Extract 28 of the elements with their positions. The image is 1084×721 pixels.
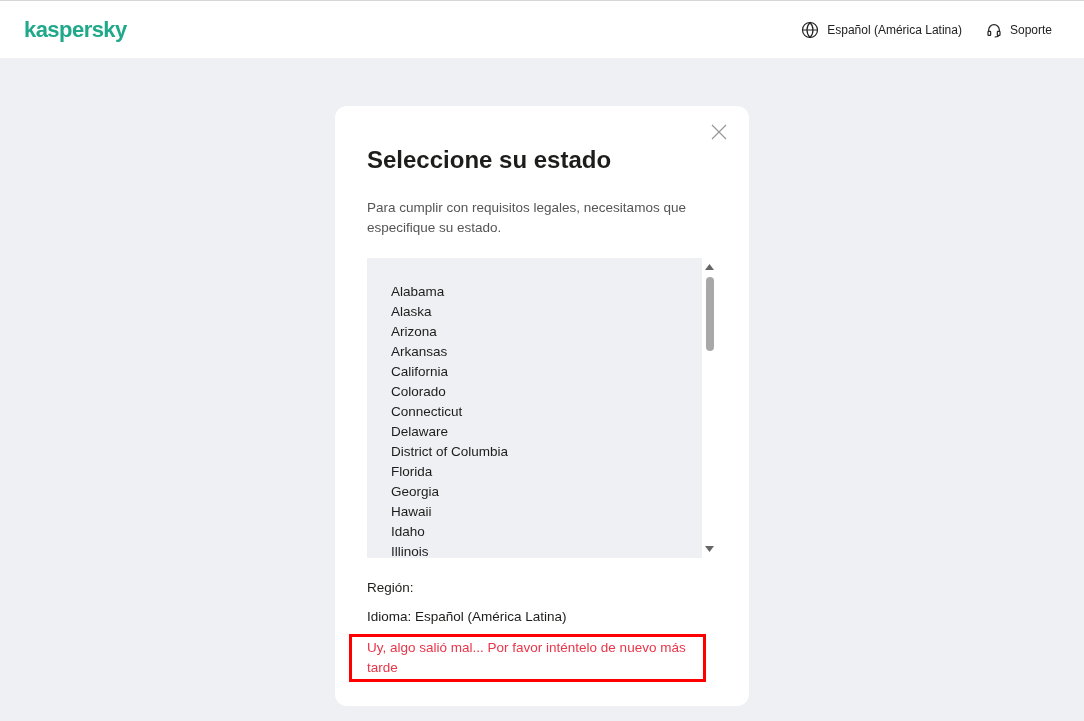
language-info: Idioma: Español (América Latina) bbox=[367, 608, 568, 627]
dialog-description: Para cumplir con requisitos legales, necesitamos que especifique su estado. bbox=[367, 199, 687, 237]
dialog-title: Seleccione su estado bbox=[367, 145, 613, 175]
state-option[interactable]: California bbox=[391, 362, 702, 382]
scroll-up-icon[interactable] bbox=[705, 264, 714, 270]
state-option[interactable]: Delaware bbox=[391, 422, 702, 442]
state-option[interactable]: Colorado bbox=[391, 382, 702, 402]
state-option[interactable]: District of Columbia bbox=[391, 442, 702, 462]
state-option[interactable]: Hawaii bbox=[391, 502, 702, 522]
language-button[interactable]: Español (América Latina) bbox=[801, 20, 962, 39]
state-option[interactable]: Georgia bbox=[391, 482, 702, 502]
state-option[interactable]: Alaska bbox=[391, 302, 702, 322]
close-button[interactable] bbox=[709, 122, 729, 142]
state-option[interactable]: Connecticut bbox=[391, 402, 702, 422]
state-list[interactable]: Alabama Alaska Arizona Arkansas California Colorado Connecticut Delaware District of Columbia Florida Georgia Hawaii Idaho Illinois bbox=[367, 258, 702, 558]
state-option[interactable]: Arizona bbox=[391, 322, 702, 342]
scroll-thumb[interactable] bbox=[705, 277, 714, 351]
scroll-down-icon[interactable] bbox=[705, 546, 714, 552]
state-option[interactable]: Idaho bbox=[391, 522, 702, 542]
globe-icon bbox=[801, 20, 820, 39]
close-icon bbox=[711, 124, 727, 140]
support-button[interactable]: Soporte bbox=[985, 20, 1052, 39]
state-option[interactable]: Florida bbox=[391, 462, 702, 482]
state-option[interactable]: Arkansas bbox=[391, 342, 702, 362]
state-option[interactable]: Alabama bbox=[391, 282, 702, 302]
region-label: Región: bbox=[367, 579, 415, 597]
state-option[interactable]: Illinois bbox=[391, 542, 702, 558]
error-message: Uy, algo salió mal... Por favor inténtelo de nuevo más tarde bbox=[367, 638, 687, 677]
